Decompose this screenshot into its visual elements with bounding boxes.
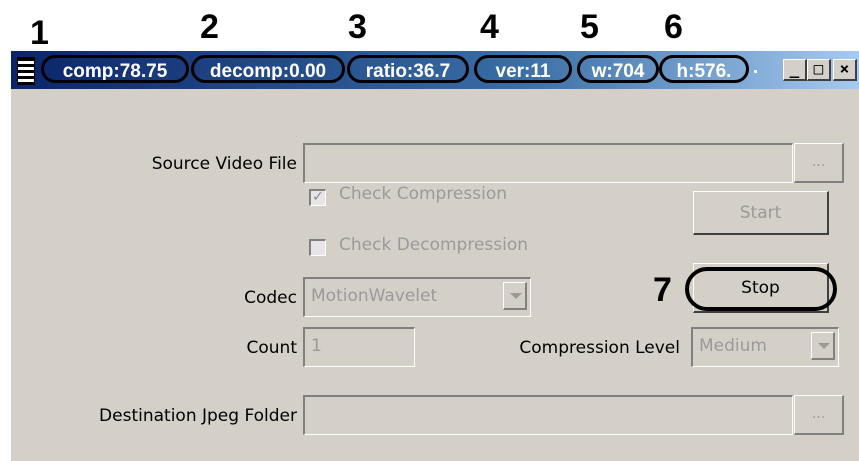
compression-level-select[interactable]: Medium [691,327,839,367]
callout-4: 4 [480,8,499,46]
title-decomp: decomp:0.00 [191,55,345,83]
callout-2: 2 [200,8,219,46]
callout-1: 1 [30,14,49,52]
source-video-label: Source Video File [151,154,297,174]
callout-3: 3 [348,8,367,46]
check-decompression-checkbox[interactable] [309,239,326,256]
start-button[interactable]: Start [693,191,829,235]
codec-value: MotionWavelet [311,286,438,306]
codec-label: Codec [244,288,297,308]
dropdown-arrow-icon[interactable] [503,282,527,310]
title-ratio: ratio:36.7 [347,55,469,83]
dropdown-arrow-icon[interactable] [811,332,835,360]
stop-highlight-ring [685,267,837,311]
title-ver: ver:11 [474,55,572,83]
source-browse-button[interactable]: ... [794,143,844,183]
check-icon: ✓ [312,189,324,205]
check-compression-checkbox[interactable]: ✓ [309,189,326,206]
title-height: h:576. [659,55,749,83]
minimize-icon[interactable]: _ [783,59,807,81]
count-value: 1 [311,336,322,356]
source-video-input[interactable] [303,143,793,183]
destination-browse-button[interactable]: ... [794,395,844,435]
close-icon[interactable]: × [833,59,857,81]
destination-folder-label: Destination Jpeg Folder [99,406,297,426]
app-icon[interactable] [17,57,35,85]
compression-level-label: Compression Level [519,338,680,358]
codec-select[interactable]: MotionWavelet [303,277,531,317]
callout-6: 6 [664,8,683,46]
count-input[interactable]: 1 [303,327,415,367]
title-width: w:704 [577,55,659,83]
title-comp: comp:78.75 [41,55,189,83]
compression-level-value: Medium [699,336,767,356]
maximize-icon[interactable]: □ [807,59,831,81]
count-label: Count [246,338,298,358]
check-decompression-label[interactable]: Check Decompression [339,235,528,255]
title-bar[interactable]: comp:78.75 decomp:0.00 ratio:36.7 ver:11… [11,51,859,89]
app-window: comp:78.75 decomp:0.00 ratio:36.7 ver:11… [10,50,859,461]
check-compression-label[interactable]: Check Compression [339,184,507,204]
callout-5: 5 [580,8,599,46]
title-trailing: . [753,57,759,78]
callout-7: 7 [653,271,672,309]
destination-folder-input[interactable] [303,395,793,435]
